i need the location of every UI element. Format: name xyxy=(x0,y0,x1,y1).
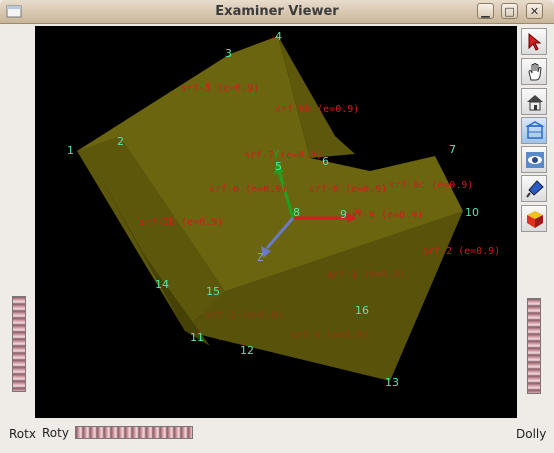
axis-z-label: Z xyxy=(257,251,264,264)
select-arrow-icon xyxy=(528,32,542,51)
minimize-button[interactable]: ▁ xyxy=(477,3,494,19)
3d-viewport[interactable]: X Y Z 1 2 3 4 5 6 7 8 9 10 11 12 13 14 1… xyxy=(35,26,517,418)
title-bar[interactable]: Examiner Viewer ▁ □ ✕ xyxy=(0,0,554,24)
close-icon: ✕ xyxy=(529,5,540,18)
vertex-label: 12 xyxy=(240,344,254,357)
vertex-label: 2 xyxy=(117,135,124,148)
vertex-label: 8 xyxy=(293,206,300,219)
surface-label: srf-8 (e=0.9) xyxy=(309,184,387,195)
maximize-icon: □ xyxy=(504,5,515,18)
surface-label: srf-8c (e=0.9) xyxy=(389,180,473,191)
vertex-label: 4 xyxy=(275,30,282,43)
view-all-eye-icon xyxy=(526,152,544,168)
vertex-label: 14 xyxy=(155,278,169,291)
surface-label: srf-1 (e=0.9) xyxy=(327,269,405,280)
vertex-label: 3 xyxy=(225,47,232,60)
window-title: Examiner Viewer xyxy=(215,4,339,19)
surface-label: srf-7 (e=0.9) xyxy=(244,150,322,161)
surface-label: srf-6 (e=0.9) xyxy=(209,184,287,195)
roty-thumbwheel[interactable] xyxy=(75,426,193,439)
set-home-button[interactable] xyxy=(521,117,547,144)
minimize-icon: ▁ xyxy=(481,5,490,18)
surface-label: srf-9 (e=0.9) xyxy=(345,210,423,221)
vertex-label: 15 xyxy=(206,285,220,298)
home-icon xyxy=(527,95,543,111)
vertex-label: 11 xyxy=(190,331,204,344)
surface-label: srf-4 (e=0.9) xyxy=(290,330,368,341)
surface-label: srf-5 (e=0.9) xyxy=(181,83,259,94)
pan-hand-icon xyxy=(528,63,542,81)
close-button[interactable]: ✕ xyxy=(526,3,543,19)
set-home-icon xyxy=(525,121,545,139)
view-all-button[interactable] xyxy=(521,146,547,173)
projection-cube-icon xyxy=(527,211,543,228)
vertex-label: 1 xyxy=(67,144,74,157)
surface-label: srf-3 (e=0.9) xyxy=(205,310,283,321)
select-mode-button[interactable] xyxy=(521,28,547,55)
surface-label: srf-2b (e=0.9) xyxy=(139,217,223,228)
rotx-thumbwheel[interactable] xyxy=(12,296,26,392)
dolly-label: Dolly xyxy=(516,427,547,441)
scene-graphics[interactable]: X Y Z 1 2 3 4 5 6 7 8 9 10 11 12 13 14 1… xyxy=(35,26,517,418)
roty-label: Roty xyxy=(42,426,69,440)
maximize-button[interactable]: □ xyxy=(501,3,518,19)
seek-button[interactable] xyxy=(521,175,547,202)
vertex-label: 10 xyxy=(465,206,479,219)
vertex-label: 16 xyxy=(355,304,369,317)
projection-button[interactable] xyxy=(521,205,547,232)
seek-flashlight-icon xyxy=(526,180,544,198)
dolly-thumbwheel[interactable] xyxy=(527,298,541,394)
home-button[interactable] xyxy=(521,88,547,115)
surface-label: srf-2 (e=0.9) xyxy=(422,246,500,257)
view-mode-button[interactable] xyxy=(521,58,547,85)
vertex-label: 6 xyxy=(322,155,329,168)
vertex-label: 13 xyxy=(385,376,399,389)
rotx-label: Rotx xyxy=(9,427,36,441)
vertex-label: 5 xyxy=(275,160,282,173)
examiner-viewer-window: Examiner Viewer ▁ □ ✕ X Y Z 1 2 3 4 5 6 … xyxy=(0,0,554,453)
surface-label: srf-8b (e=0.9) xyxy=(275,104,359,115)
vertex-label: 7 xyxy=(449,143,456,156)
